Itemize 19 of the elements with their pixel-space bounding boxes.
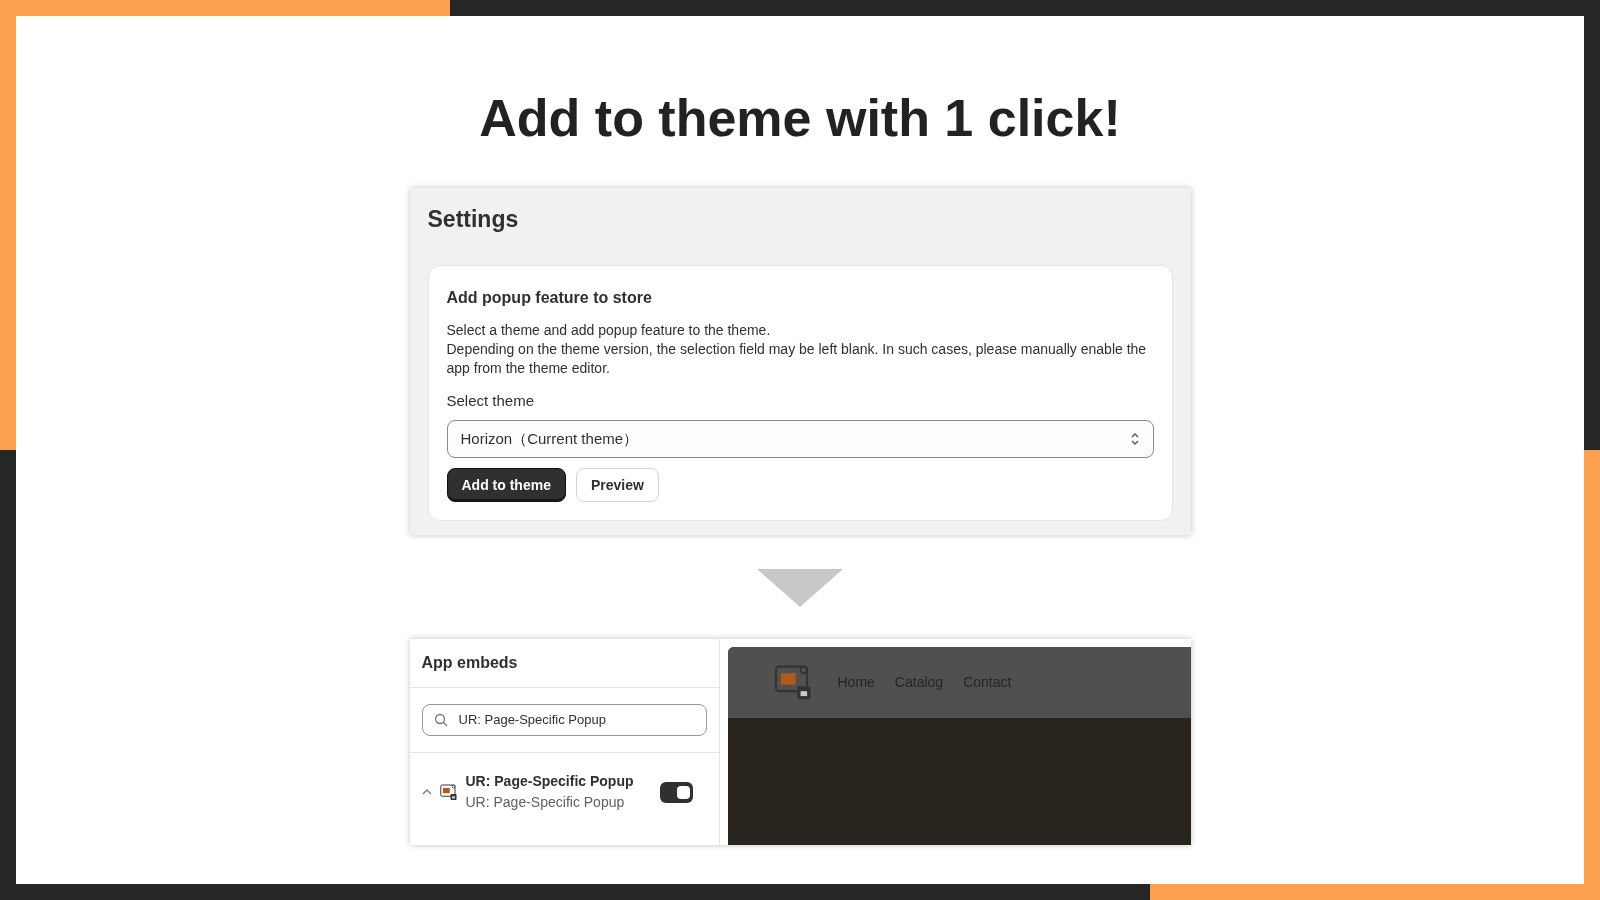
theme-select[interactable]: Horizon（Current theme） xyxy=(446,420,1154,458)
preview-button[interactable]: Preview xyxy=(575,468,659,502)
add-to-theme-button[interactable]: Add to theme xyxy=(446,468,566,502)
headline: Add to theme with 1 click! xyxy=(479,90,1121,146)
embed-subtitle: UR: Page-Specific Popup xyxy=(465,793,626,812)
down-arrow-icon xyxy=(757,569,843,607)
search-field[interactable]: UR: Page-Specific Popup xyxy=(421,704,707,736)
field-label: Select theme xyxy=(446,390,536,411)
toggle-switch[interactable] xyxy=(659,781,693,803)
panel-title: App embeds xyxy=(409,639,719,688)
embed-title: UR: Page-Specific Popup xyxy=(465,772,635,791)
search-icon xyxy=(433,713,448,727)
description-text: Depending on the theme version, the selection field may be left blank. In such cases, please manually enable the app from the theme editor. xyxy=(446,339,1148,378)
description-text: Select a theme and add popup feature to the theme. xyxy=(446,320,772,340)
card-heading: Add popup feature to store xyxy=(446,287,653,308)
panel-title: Settings xyxy=(427,205,520,234)
chevron-updown-icon xyxy=(1129,431,1140,447)
app-logo-icon xyxy=(439,783,458,801)
chevron-up-icon[interactable] xyxy=(421,788,432,796)
